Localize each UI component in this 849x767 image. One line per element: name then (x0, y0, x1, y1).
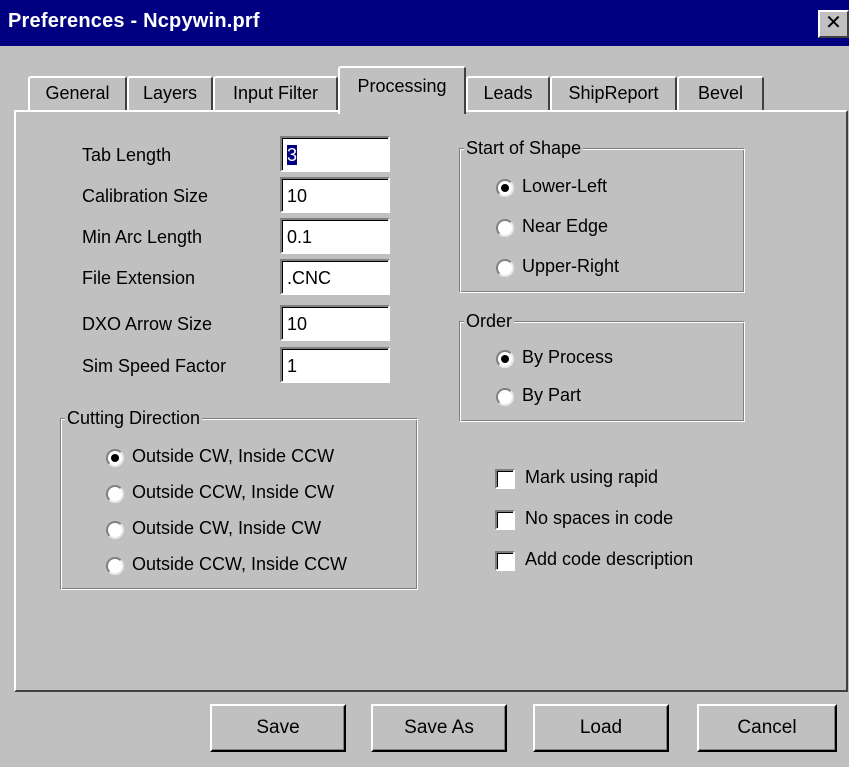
tab-input-filter[interactable]: Input Filter (213, 76, 338, 112)
cancel-button[interactable]: Cancel (697, 704, 837, 752)
tab-general[interactable]: General (28, 76, 127, 112)
checkbox[interactable] (495, 551, 515, 571)
radio-label: Upper-Right (522, 256, 620, 276)
radio-button[interactable] (106, 449, 124, 467)
title-bar: Preferences - Ncpywin.prf ✕ (0, 0, 849, 46)
group-title: Order (464, 310, 515, 332)
field-label: Calibration Size (82, 186, 209, 206)
calibration-size-input[interactable]: 10 (280, 177, 390, 213)
tab-label: Input Filter (232, 83, 319, 103)
order-group: Order By Process By Part (459, 310, 745, 422)
radio-label: Outside CW, Inside CCW (132, 446, 335, 466)
tab-bevel[interactable]: Bevel (677, 76, 764, 112)
radio-label: Outside CCW, Inside CCW (132, 554, 348, 574)
radio-button[interactable] (496, 219, 514, 237)
tab-label: Bevel (697, 83, 744, 103)
tab-label: Leads (483, 83, 533, 103)
start-of-shape-group: Start of Shape Lower-Left Near Edge Uppe… (459, 137, 745, 293)
file-extension-input[interactable]: .CNC (280, 259, 390, 295)
radio-button[interactable] (106, 521, 124, 539)
radio-button[interactable] (106, 485, 124, 503)
radio-label: Outside CCW, Inside CW (132, 482, 335, 502)
radio-button[interactable] (496, 350, 514, 368)
checkbox-label: Mark using rapid (525, 467, 659, 487)
checkbox[interactable] (495, 469, 515, 489)
tab-processing[interactable]: Processing (338, 66, 466, 114)
tab-leads[interactable]: Leads (466, 76, 550, 112)
field-label: DXO Arrow Size (82, 314, 213, 334)
field-label: File Extension (82, 268, 196, 288)
load-button[interactable]: Load (533, 704, 669, 752)
dxo-arrow-size-input[interactable]: 10 (280, 305, 390, 341)
tab-layers[interactable]: Layers (127, 76, 213, 112)
radio-button[interactable] (106, 557, 124, 575)
field-label: Min Arc Length (82, 227, 203, 247)
radio-label: By Part (522, 385, 582, 405)
tab-label: Processing (357, 76, 447, 96)
radio-button[interactable] (496, 388, 514, 406)
save-as-button[interactable]: Save As (371, 704, 507, 752)
radio-button[interactable] (496, 259, 514, 277)
checkbox[interactable] (495, 510, 515, 530)
radio-label: Lower-Left (522, 176, 608, 196)
checkbox-label: No spaces in code (525, 508, 674, 528)
sim-speed-factor-input[interactable]: 1 (280, 347, 390, 383)
tab-label: Layers (142, 83, 198, 103)
cutting-direction-group: Cutting Direction Outside CW, Inside CCW… (60, 407, 418, 590)
tab-length-input[interactable]: 3 (280, 136, 390, 172)
close-icon[interactable]: ✕ (818, 10, 849, 38)
min-arc-length-input[interactable]: 0.1 (280, 218, 390, 254)
radio-label: By Process (522, 347, 614, 367)
group-title: Start of Shape (464, 137, 584, 159)
input-value: 3 (287, 145, 298, 165)
field-label: Tab Length (82, 145, 172, 165)
save-button[interactable]: Save (210, 704, 346, 752)
window-title: Preferences - Ncpywin.prf (8, 10, 260, 32)
field-label: Sim Speed Factor (82, 356, 227, 376)
checkbox-label: Add code description (525, 549, 694, 569)
tab-shipreport[interactable]: ShipReport (550, 76, 677, 112)
radio-label: Outside CW, Inside CW (132, 518, 322, 538)
radio-button[interactable] (496, 179, 514, 197)
tab-label: ShipReport (568, 83, 659, 103)
group-title: Cutting Direction (65, 407, 203, 429)
tab-label: General (45, 83, 110, 103)
radio-label: Near Edge (522, 216, 609, 236)
